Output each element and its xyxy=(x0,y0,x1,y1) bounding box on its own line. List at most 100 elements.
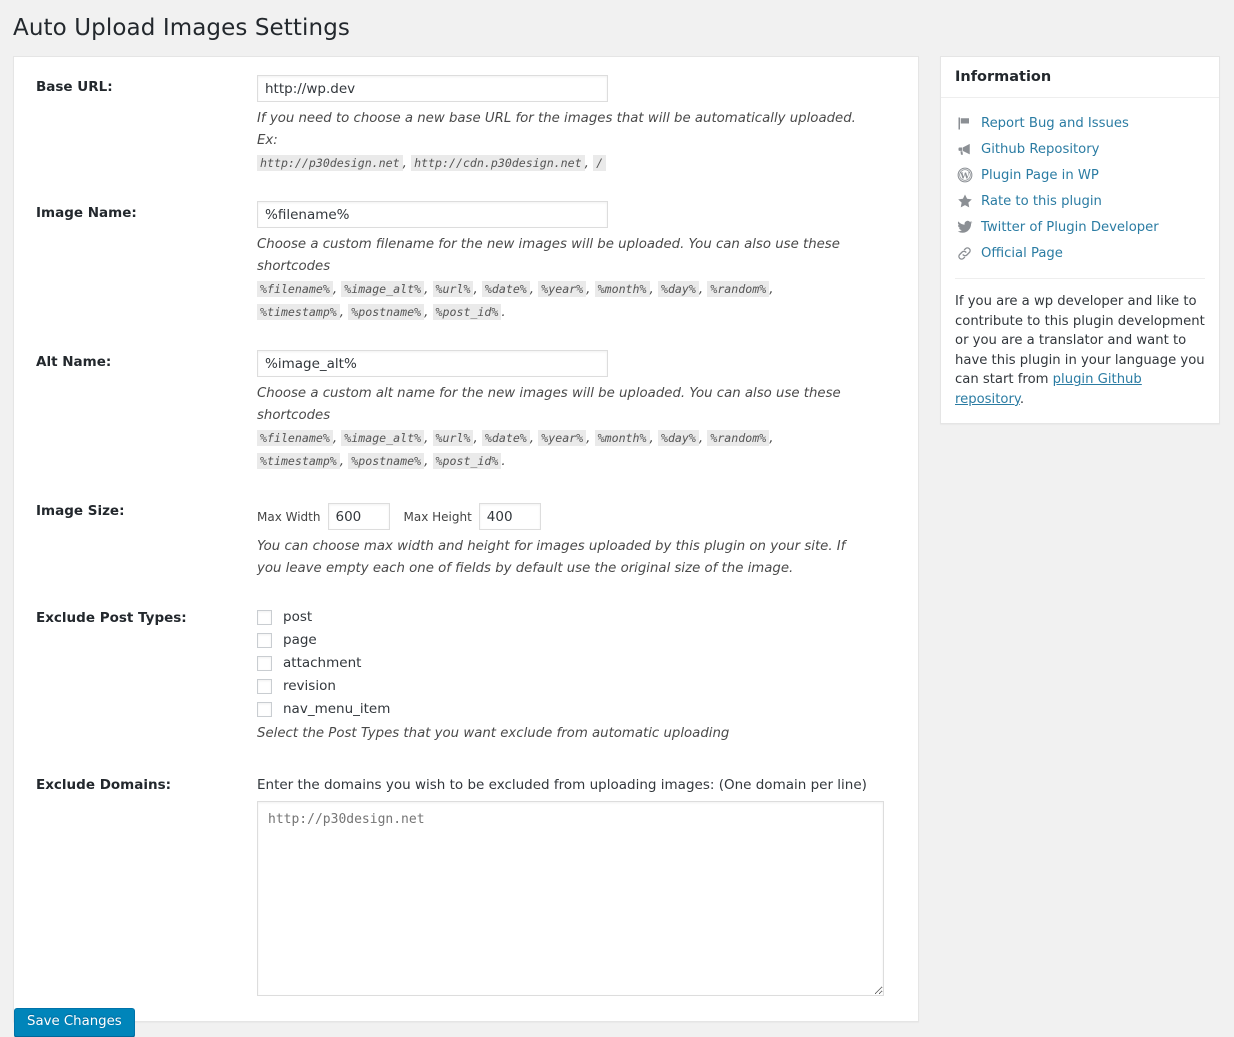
shortcode-filename: %filename% xyxy=(257,281,333,297)
link-label-plugin-page-wp[interactable]: Plugin Page in WP xyxy=(981,167,1099,184)
link-official-page[interactable]: Official Page xyxy=(955,240,1205,266)
checkbox-label-page: page xyxy=(283,632,317,648)
base-url-description: If you need to choose a new base URL for… xyxy=(257,108,857,175)
label-cell-image-name: Image Name: xyxy=(14,183,257,332)
row-exclude-post-types: Exclude Post Types: post page xyxy=(14,588,918,753)
base-url-input[interactable] xyxy=(257,75,608,102)
megaphone-icon xyxy=(955,140,974,158)
max-height-label: Max Height xyxy=(404,510,472,524)
base-url-example-1: http://cdn.p30design.net xyxy=(411,155,585,171)
field-cell-image-size: Max Width Max Height You can choose max … xyxy=(257,481,918,588)
checkbox-label-attachment: attachment xyxy=(283,655,361,671)
alt-name-input[interactable] xyxy=(257,350,608,377)
alt-name-description: Choose a custom alt name for the new ima… xyxy=(257,383,857,473)
row-image-name: Image Name: Choose a custom filename for… xyxy=(14,183,918,332)
exclude-post-types-label: Exclude Post Types: xyxy=(36,610,257,628)
alt-shortcode-timestamp: %timestamp% xyxy=(257,453,340,469)
alt-shortcode-month: %month% xyxy=(595,430,650,446)
shortcode-random: %random% xyxy=(707,281,769,297)
alt-shortcode-random: %random% xyxy=(707,430,769,446)
star-icon xyxy=(955,192,974,210)
checkbox-row-revision[interactable]: revision xyxy=(257,675,894,697)
base-url-example-2: / xyxy=(593,155,606,171)
image-name-description: Choose a custom filename for the new ima… xyxy=(257,234,857,324)
post-type-checkbox-list: post page attachment xyxy=(257,606,894,720)
link-twitter-developer[interactable]: Twitter of Plugin Developer xyxy=(955,214,1205,240)
label-cell-exclude-domains: Exclude Domains: xyxy=(14,753,257,1008)
max-width-input[interactable] xyxy=(328,503,390,530)
label-cell-alt-name: Alt Name: xyxy=(14,332,257,481)
link-label-rate-plugin[interactable]: Rate to this plugin xyxy=(981,193,1102,210)
checkbox-row-page[interactable]: page xyxy=(257,629,894,651)
link-github-repository[interactable]: Github Repository xyxy=(955,136,1205,162)
alt-shortcode-post-id: %post_id% xyxy=(433,453,502,469)
checkbox-row-attachment[interactable]: attachment xyxy=(257,652,894,674)
twitter-icon xyxy=(955,218,974,236)
base-url-label: Base URL: xyxy=(36,79,257,97)
row-alt-name: Alt Name: Choose a custom alt name for t… xyxy=(14,332,918,481)
exclude-domains-label: Exclude Domains: xyxy=(36,777,257,795)
link-label-twitter-developer[interactable]: Twitter of Plugin Developer xyxy=(981,219,1159,236)
field-cell-alt-name: Choose a custom alt name for the new ima… xyxy=(257,332,918,481)
alt-shortcode-postname: %postname% xyxy=(348,453,424,469)
label-cell-image-size: Image Size: xyxy=(14,481,257,588)
checkbox-label-revision: revision xyxy=(283,678,336,694)
shortcode-date: %date% xyxy=(482,281,530,297)
link-rate-plugin[interactable]: Rate to this plugin xyxy=(955,188,1205,214)
information-title: Information xyxy=(955,69,1205,86)
max-height-input[interactable] xyxy=(479,503,541,530)
field-cell-image-name: Choose a custom filename for the new ima… xyxy=(257,183,918,332)
settings-form-table: Base URL: If you need to choose a new ba… xyxy=(14,57,918,1037)
image-name-input[interactable] xyxy=(257,201,608,228)
field-cell-base-url: If you need to choose a new base URL for… xyxy=(257,57,918,183)
alt-shortcode-filename: %filename% xyxy=(257,430,333,446)
alt-shortcode-day: %day% xyxy=(658,430,699,446)
field-cell-exclude-post-types: post page attachment xyxy=(257,588,918,753)
checkbox-post[interactable] xyxy=(257,610,272,625)
shortcode-image-alt: %image_alt% xyxy=(341,281,424,297)
save-changes-button[interactable]: Save Changes xyxy=(14,1008,135,1037)
checkbox-nav-menu-item[interactable] xyxy=(257,702,272,717)
shortcode-day: %day% xyxy=(658,281,699,297)
alt-shortcode-year: %year% xyxy=(538,430,586,446)
submit-cell: Save Changes xyxy=(14,1008,918,1037)
base-url-description-text: If you need to choose a new base URL for… xyxy=(257,111,856,148)
row-exclude-domains: Exclude Domains: Enter the domains you w… xyxy=(14,753,918,1008)
flag-icon xyxy=(955,114,974,132)
checkbox-revision[interactable] xyxy=(257,679,272,694)
alt-shortcode-url: %url% xyxy=(433,430,474,446)
link-report-bug[interactable]: Report Bug and Issues xyxy=(955,110,1205,136)
link-label-official-page[interactable]: Official Page xyxy=(981,245,1063,262)
base-url-example-0: http://p30design.net xyxy=(257,155,403,171)
image-size-description: You can choose max width and height for … xyxy=(257,536,857,580)
alt-name-description-text: Choose a custom alt name for the new ima… xyxy=(257,386,841,423)
information-link-list: Report Bug and Issues Github Repository xyxy=(955,110,1205,266)
exclude-post-types-description: Select the Post Types that you want excl… xyxy=(257,723,857,745)
link-label-github-repository[interactable]: Github Repository xyxy=(981,141,1099,158)
contribute-note: If you are a wp developer and like to co… xyxy=(955,292,1205,409)
link-icon xyxy=(955,244,974,262)
link-plugin-page-wp[interactable]: W Plugin Page in WP xyxy=(955,162,1205,188)
checkbox-page[interactable] xyxy=(257,633,272,648)
information-panel: Information Report Bug and Issues xyxy=(940,56,1220,424)
settings-page: Auto Upload Images Settings Base URL: If… xyxy=(0,0,1234,1037)
row-image-size: Image Size: Max Width Max Height You can… xyxy=(14,481,918,588)
exclude-domains-textarea[interactable] xyxy=(257,801,884,996)
checkbox-row-post[interactable]: post xyxy=(257,606,894,628)
shortcode-post-id: %post_id% xyxy=(433,304,502,320)
image-name-description-text: Choose a custom filename for the new ima… xyxy=(257,237,840,274)
row-base-url: Base URL: If you need to choose a new ba… xyxy=(14,57,918,183)
information-divider xyxy=(955,278,1205,279)
alt-shortcode-image-alt: %image_alt% xyxy=(341,430,424,446)
shortcode-year: %year% xyxy=(538,281,586,297)
link-label-report-bug[interactable]: Report Bug and Issues xyxy=(981,115,1129,132)
checkbox-label-post: post xyxy=(283,609,312,625)
image-size-label: Image Size: xyxy=(36,503,257,521)
exclude-domains-intro: Enter the domains you wish to be exclude… xyxy=(257,775,894,795)
label-cell-base-url: Base URL: xyxy=(14,57,257,183)
alt-name-label: Alt Name: xyxy=(36,354,257,372)
checkbox-row-nav-menu-item[interactable]: nav_menu_item xyxy=(257,698,894,720)
checkbox-attachment[interactable] xyxy=(257,656,272,671)
row-submit: Save Changes xyxy=(14,1008,918,1037)
shortcode-timestamp: %timestamp% xyxy=(257,304,340,320)
